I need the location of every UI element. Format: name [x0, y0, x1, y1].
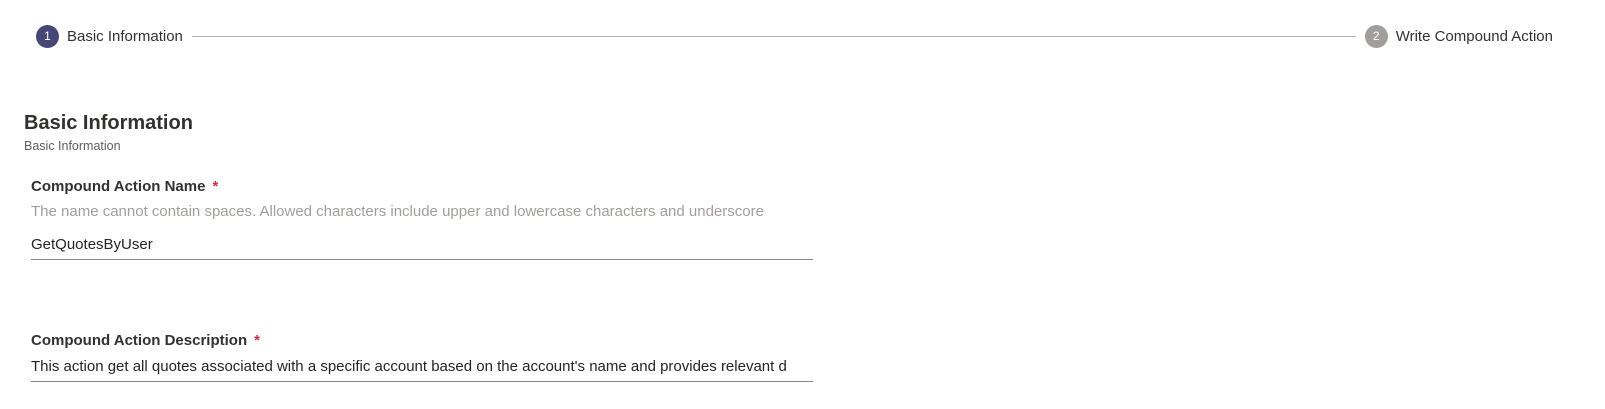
wizard-stepper: 1 Basic Information 2 Write Compound Act… [36, 24, 1553, 48]
step-write-compound-action[interactable]: 2 Write Compound Action [1364, 24, 1553, 48]
compound-action-description-input[interactable] [31, 357, 813, 382]
compound-action-name-input[interactable] [31, 235, 813, 260]
compound-action-description-label-text: Compound Action Description [31, 332, 248, 349]
required-indicator: * [254, 332, 260, 349]
compound-action-name-label: Compound Action Name * [31, 178, 813, 195]
section-subtitle: Basic Information [24, 139, 121, 153]
step-label-basic-information: Basic Information [67, 27, 183, 45]
compound-action-name-hint: The name cannot contain spaces. Allowed … [31, 203, 764, 220]
step-basic-information[interactable]: 1 Basic Information [36, 24, 183, 48]
compound-action-description-field: Compound Action Description * [31, 332, 813, 382]
step-number-2: 2 [1364, 24, 1388, 48]
compound-action-name-field: Compound Action Name * The name cannot c… [31, 178, 813, 260]
section-title: Basic Information [24, 112, 193, 134]
step-connector-line [191, 35, 1356, 37]
compound-action-wizard: 1 Basic Information 2 Write Compound Act… [0, 0, 1605, 409]
required-indicator: * [212, 178, 219, 195]
compound-action-name-label-text: Compound Action Name [31, 178, 206, 195]
compound-action-description-label: Compound Action Description * [31, 332, 813, 349]
step-number-1: 1 [36, 24, 59, 48]
step-label-write-compound-action: Write Compound Action [1395, 27, 1553, 45]
